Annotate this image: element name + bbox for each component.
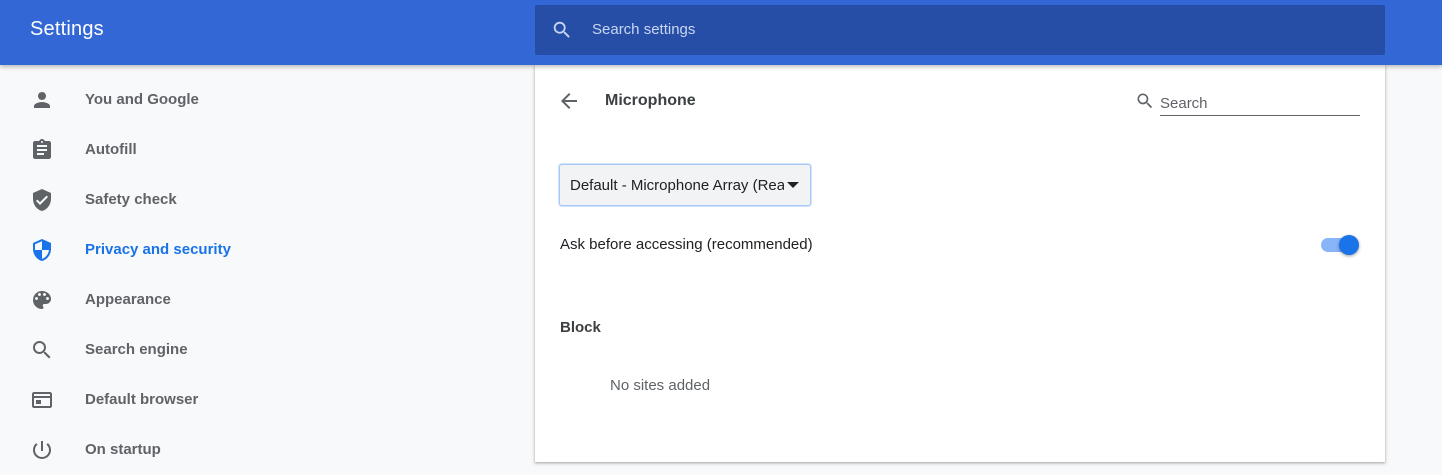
block-section-title: Block (560, 319, 601, 336)
app-title: Settings (30, 18, 104, 40)
sidebar: You and Google Autofill Safety check Pri… (0, 65, 530, 462)
site-search[interactable] (1135, 87, 1361, 117)
search-settings-input[interactable]: Search settings (592, 21, 695, 38)
dropdown-arrow-icon (787, 182, 799, 188)
top-bar: Settings Search settings (0, 0, 1442, 65)
sidebar-item-label: Appearance (85, 291, 171, 308)
shield-icon (33, 239, 51, 261)
site-search-input[interactable] (1160, 87, 1360, 116)
sidebar-item-appearance[interactable]: Appearance (0, 275, 300, 325)
sidebar-item-label: Privacy and security (85, 241, 231, 258)
sidebar-item-label: Search engine (85, 341, 188, 358)
sidebar-item-label: You and Google (85, 91, 199, 108)
person-icon (34, 92, 50, 108)
sidebar-item-search-engine[interactable]: Search engine (0, 325, 300, 375)
microphone-settings-card: Microphone Default - Microphone Array (R… (535, 65, 1385, 462)
power-icon (33, 441, 51, 459)
ask-before-accessing-label: Ask before accessing (recommended) (560, 236, 813, 253)
microphone-device-select[interactable]: Default - Microphone Array (Realtek(R) A… (559, 164, 811, 206)
arrow-back-icon[interactable] (557, 89, 581, 113)
sidebar-item-safety-check[interactable]: Safety check (0, 175, 300, 225)
sidebar-item-default-browser[interactable]: Default browser (0, 375, 300, 425)
sidebar-item-autofill[interactable]: Autofill (0, 125, 300, 175)
sidebar-item-on-startup[interactable]: On startup (0, 425, 300, 475)
search-icon (1137, 93, 1153, 109)
search-icon (553, 21, 570, 38)
sidebar-item-label: Autofill (85, 141, 137, 158)
sidebar-item-privacy-and-security[interactable]: Privacy and security (0, 225, 300, 275)
browser-window-icon (32, 392, 52, 408)
toggle-knob (1339, 235, 1359, 255)
sidebar-item-label: Default browser (85, 391, 199, 408)
search-icon (33, 341, 51, 359)
sidebar-item-you-and-google[interactable]: You and Google (0, 75, 300, 125)
page-title: Microphone (605, 92, 696, 109)
ask-before-accessing-toggle[interactable] (1321, 235, 1361, 255)
clipboard-icon (33, 139, 51, 159)
sidebar-item-label: On startup (85, 441, 161, 458)
microphone-device-value: Default - Microphone Array (Realtek(R) A… (570, 177, 784, 194)
palette-icon (33, 291, 51, 309)
block-empty-text: No sites added (610, 377, 711, 394)
sidebar-item-label: Safety check (85, 191, 177, 208)
search-settings-box[interactable]: Search settings (535, 5, 1385, 55)
shield-check-icon (33, 189, 51, 211)
